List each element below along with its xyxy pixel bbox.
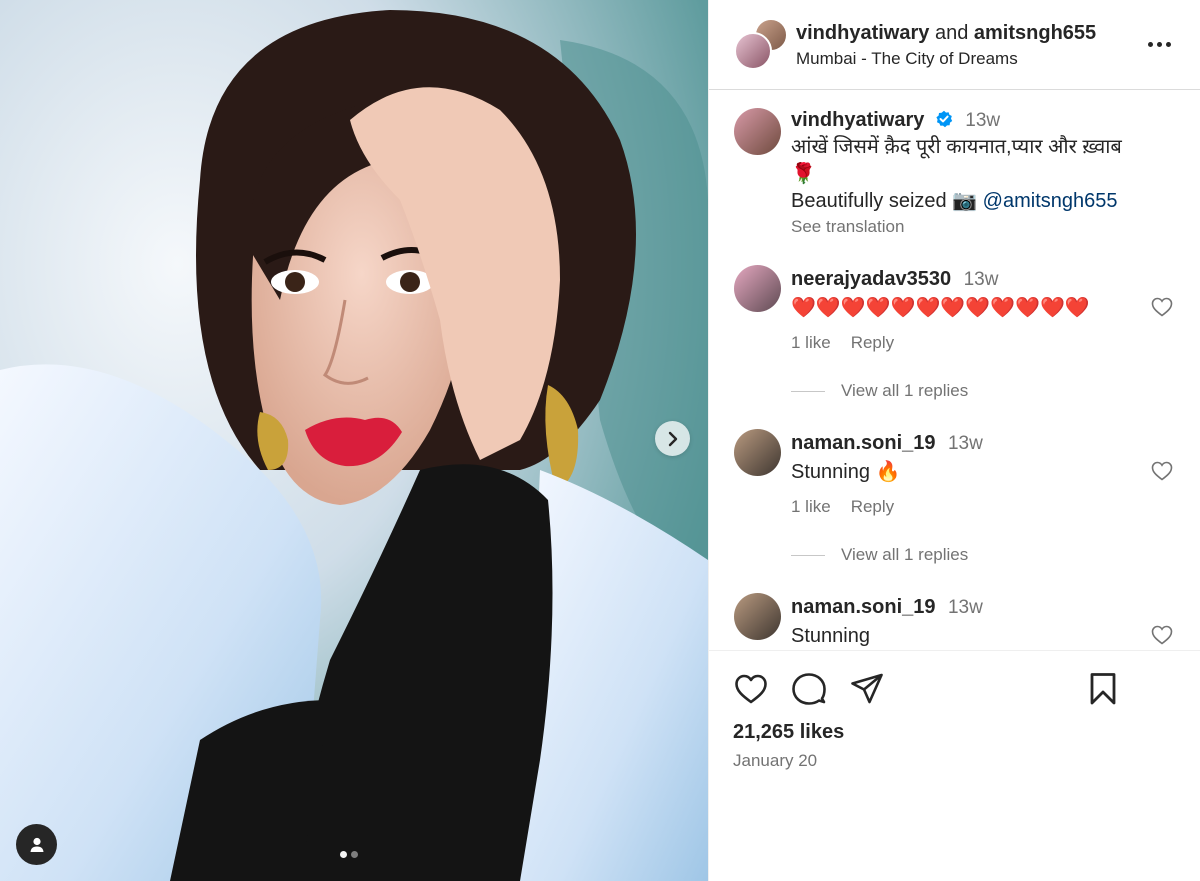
reply-button[interactable]: Reply [851,333,894,353]
comment-item: naman.soni_19 13w Stunning 🔥 1 like Repl… [734,429,1174,579]
post-header: vindhyatiwary and amitsngh655 Mumbai - T… [709,0,1200,90]
comment-meta: 1 like Reply [791,497,894,517]
bookmark-icon[interactable] [1085,671,1121,707]
comment-body: naman.soni_19 13w Stunning [791,593,983,649]
more-options-icon [1156,41,1162,47]
caption-body: vindhyatiwary 13w आंखें जिसमें क़ैद पूरी… [791,106,1181,239]
comment-like-icon[interactable] [1150,623,1174,647]
comment-body: neerajyadav3530 13w ❤️❤️❤️❤️❤️❤️❤️❤️❤️❤️… [791,265,1090,322]
header-user2-link[interactable]: amitsngh655 [974,22,1096,44]
caption-line2-text: Beautifully seized 📷 [791,190,978,212]
post-dialog: vindhyatiwary and amitsngh655 Mumbai - T… [0,0,1200,881]
action-row [733,671,885,707]
caption-line1: आंखें जिसमें क़ैद पूरी कायनात,प्यार और ख… [791,136,1122,158]
caption-mention-link[interactable]: @amitsngh655 [983,190,1118,212]
next-media-button[interactable] [655,421,690,456]
avatar[interactable] [734,265,781,312]
user-tag-icon [30,837,43,852]
more-options-icon [1147,41,1153,47]
comment-item: neerajyadav3530 13w ❤️❤️❤️❤️❤️❤️❤️❤️❤️❤️… [734,265,1174,415]
view-replies-label[interactable]: View all 1 replies [841,381,968,401]
comment-meta: 1 like Reply [791,333,894,353]
comment-username[interactable]: naman.soni_19 [791,432,936,454]
comments-list[interactable]: vindhyatiwary 13w आंखें जिसमें क़ैद पूरी… [709,91,1200,649]
comment-text: Stunning 🔥 [791,461,901,483]
comment-time[interactable]: 13w [948,433,983,454]
reply-button[interactable]: Reply [851,497,894,517]
comment-time[interactable]: 13w [948,597,983,618]
comment-icon[interactable] [791,671,827,707]
avatar [734,32,772,70]
header-joiner: and [934,22,969,44]
view-replies-button[interactable]: View all 1 replies [791,545,968,565]
carousel-dot [351,851,358,858]
comment-username[interactable]: naman.soni_19 [791,596,936,618]
avatar[interactable] [734,429,781,476]
comment-text: Stunning [791,625,870,647]
avatar[interactable] [734,108,781,155]
avatar[interactable] [734,593,781,640]
post-date[interactable]: January 20 [733,751,817,771]
caption-time[interactable]: 13w [965,110,1000,131]
view-replies-button[interactable]: View all 1 replies [791,381,968,401]
caption-line2: Beautifully seized 📷 @amitsngh655 [791,188,1181,215]
comment-item: naman.soni_19 13w Stunning [734,593,1174,649]
carousel-indicator [340,851,358,858]
share-icon[interactable] [849,671,885,707]
comment-body: naman.soni_19 13w Stunning 🔥 [791,429,983,486]
location-link[interactable]: Mumbai - The City of Dreams [796,47,1096,71]
post-actions: 21,265 likes January 20 [709,650,1200,881]
header-text: vindhyatiwary and amitsngh655 Mumbai - T… [796,21,1096,71]
post-media[interactable] [0,0,708,881]
divider [791,554,825,556]
comment-like-icon[interactable] [1150,459,1174,483]
header-users: vindhyatiwary and amitsngh655 [796,21,1096,45]
see-translation-link[interactable]: See translation [791,215,1181,239]
caption-username[interactable]: vindhyatiwary [791,109,924,131]
like-count[interactable]: 21,265 likes [733,721,844,744]
tagged-users-button[interactable] [16,824,57,865]
chevron-right-icon [668,431,677,446]
comment-likes[interactable]: 1 like [791,333,831,353]
more-options-button[interactable] [1146,32,1172,56]
divider [791,390,825,392]
comment-text: ❤️❤️❤️❤️❤️❤️❤️❤️❤️❤️❤️❤️ [791,297,1090,319]
post-panel: vindhyatiwary and amitsngh655 Mumbai - T… [708,0,1200,881]
caption: vindhyatiwary 13w आंखें जिसमें क़ैद पूरी… [734,106,1174,246]
view-replies-label[interactable]: View all 1 replies [841,545,968,565]
heart-icon[interactable] [733,671,769,707]
header-user1-link[interactable]: vindhyatiwary [796,22,929,44]
post-photo [0,0,708,881]
comment-like-icon[interactable] [1150,295,1174,319]
comment-likes[interactable]: 1 like [791,497,831,517]
caption-emoji: 🌹 [791,163,816,185]
comment-time[interactable]: 13w [964,269,999,290]
verified-badge-icon [936,110,953,128]
carousel-dot [340,851,347,858]
more-options-icon [1165,41,1171,47]
comment-username[interactable]: neerajyadav3530 [791,268,951,290]
collab-avatars[interactable] [734,18,794,72]
